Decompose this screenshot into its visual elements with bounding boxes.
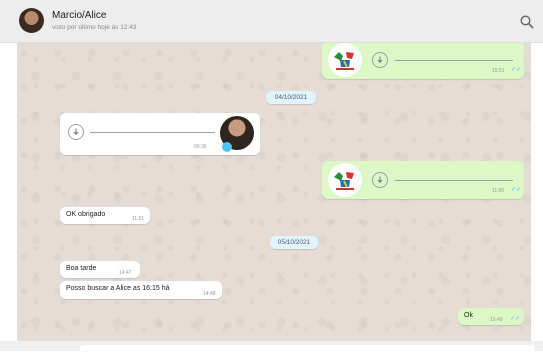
chat-header[interactable]: Marcio/Alice visto por último hoje às 12…: [0, 0, 543, 43]
download-icon[interactable]: [68, 124, 84, 140]
message-input[interactable]: [80, 345, 535, 353]
message-text: OK obrigado: [66, 211, 106, 218]
message-audio-outgoing[interactable]: 15:51 ✓✓: [322, 43, 524, 79]
message-time: 15:49: [490, 317, 503, 323]
download-icon[interactable]: [372, 172, 388, 188]
sender-profile-image: [328, 163, 362, 197]
double-check-icon: ✓✓: [511, 67, 522, 73]
message-text: Boa tarde: [66, 265, 97, 272]
sender-profile-image: [328, 43, 362, 77]
message-text-outgoing[interactable]: Ok 15:49 ✓✓: [458, 308, 524, 325]
search-icon[interactable]: [519, 14, 535, 30]
message-text: Ok: [464, 312, 473, 319]
message-audio-incoming[interactable]: 09:36: [60, 113, 260, 155]
audio-progress-track[interactable]: [90, 132, 215, 133]
download-icon[interactable]: [372, 52, 388, 68]
double-check-icon: ✓✓: [511, 187, 522, 193]
message-audio-outgoing[interactable]: 11:00 ✓✓: [322, 161, 524, 199]
contact-name[interactable]: Marcio/Alice: [52, 10, 106, 21]
message-text-incoming[interactable]: Boa tarde 14:47: [60, 261, 140, 278]
contact-avatar[interactable]: [19, 8, 44, 33]
message-text: Posso buscar a Alice as 16:15 há: [66, 285, 170, 292]
message-time: 09:36: [194, 144, 207, 150]
message-time: 14:48: [203, 291, 216, 297]
audio-progress-track[interactable]: [395, 180, 513, 181]
last-seen-status: visto por último hoje às 12:43: [52, 24, 137, 31]
message-time: 11:01: [132, 216, 145, 222]
mic-icon: [222, 142, 232, 152]
message-time: 14:47: [119, 270, 132, 276]
double-check-icon: ✓✓: [510, 316, 521, 322]
audio-progress-track[interactable]: [395, 60, 513, 61]
message-time: 11:00: [492, 188, 505, 194]
message-text-incoming[interactable]: Posso buscar a Alice as 16:15 há 14:48: [60, 281, 222, 299]
message-text-incoming[interactable]: OK obrigado 11:01: [60, 207, 150, 224]
date-badge: 05/10/2021: [270, 236, 318, 249]
message-list[interactable]: 15:51 ✓✓ 04/10/2021 09:36 11:00 ✓✓ OK ob…: [17, 43, 531, 341]
message-time: 15:51: [492, 68, 505, 74]
chat-window: Marcio/Alice visto por último hoje às 12…: [0, 0, 543, 353]
date-badge: 04/10/2021: [266, 91, 316, 104]
